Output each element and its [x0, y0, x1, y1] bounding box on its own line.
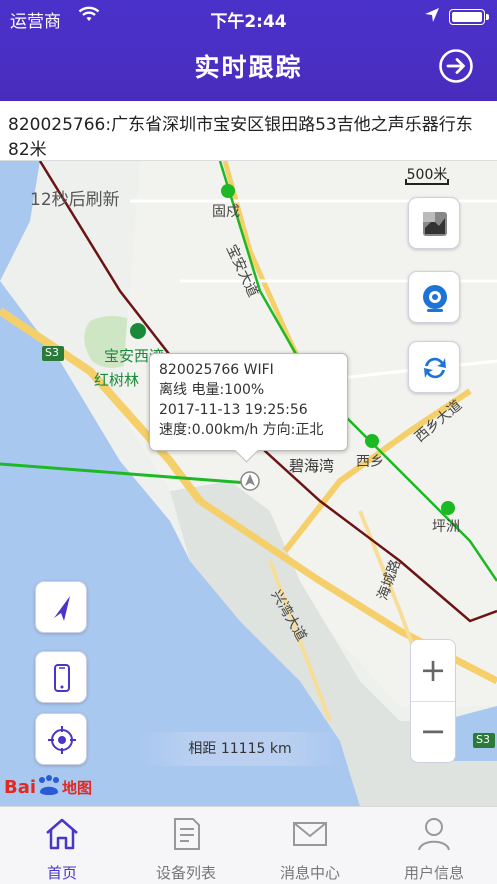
page-title: 实时跟踪 — [194, 53, 303, 82]
zoom-control: + − — [410, 639, 456, 763]
device-id-line: 820025766 WIFI — [159, 362, 274, 378]
baidu-logo: Bai 地图 — [4, 774, 92, 798]
user-icon — [418, 818, 450, 851]
zoom-in-button[interactable]: + — [411, 640, 455, 702]
camera-icon — [423, 285, 447, 312]
tab-messages-label: 消息中心 — [279, 864, 340, 882]
mail-icon — [293, 822, 327, 846]
baidu-logo-text2: 地图 — [62, 779, 93, 797]
document-list-icon — [174, 818, 200, 850]
refresh-icon — [424, 357, 446, 379]
map-label-s3-b: S3 — [476, 733, 490, 746]
my-location-button[interactable] — [35, 581, 87, 633]
battery-icon — [449, 9, 489, 25]
street-view-button[interactable] — [408, 271, 460, 323]
tab-device-list[interactable]: 设备列表 — [124, 807, 248, 884]
baidu-logo-text: Bai — [4, 777, 37, 798]
navigation-arrow-icon — [54, 596, 70, 621]
map-label-park-2: 红树林 — [94, 371, 140, 389]
device-info-popup[interactable]: 820025766 WIFI 离线 电量:100% 2017-11-13 19:… — [149, 353, 348, 451]
home-icon — [46, 818, 78, 850]
tab-device-list-label: 设备列表 — [155, 864, 216, 882]
map-label-gushu: 固戍 — [212, 204, 240, 220]
zoom-out-button[interactable]: − — [411, 701, 455, 762]
status-bar: 运营商 下午2:44 — [0, 0, 497, 34]
baidu-paw-icon — [39, 775, 60, 795]
refresh-countdown: 12秒后刷新 — [30, 190, 120, 210]
distance-label: 相距 11115 km — [140, 732, 340, 766]
tab-user-info-label: 用户信息 — [403, 864, 464, 882]
map-scale: 500米 — [404, 164, 450, 185]
arrow-right-circle-icon — [439, 49, 473, 83]
satellite-layer-icon — [423, 212, 447, 236]
map-label-xixiang: 西乡 — [356, 454, 384, 470]
tab-bar: 首页 设备列表 消息中心 用户信息 — [0, 806, 497, 884]
device-status-line: 离线 电量:100% — [159, 382, 265, 398]
map-label-s3-a: S3 — [45, 346, 59, 359]
phone-icon — [54, 664, 70, 692]
tab-home-label: 首页 — [46, 864, 77, 882]
map-label-bihaiwan: 碧海湾 — [289, 457, 335, 475]
tab-home[interactable]: 首页 — [0, 807, 124, 884]
phone-location-button[interactable] — [35, 651, 87, 703]
tab-messages[interactable]: 消息中心 — [248, 807, 372, 884]
map-label-pingzhou: 坪洲 — [432, 519, 460, 535]
top-bar: 运营商 下午2:44 实时跟踪 — [0, 0, 497, 101]
map-view[interactable]: 12秒后刷新 500米 固戍 宝安大道 宝安西湾 红树林 S3 S3 碧海湾 西… — [0, 161, 497, 806]
device-location-button[interactable] — [35, 713, 87, 765]
status-time: 下午2:44 — [210, 12, 287, 32]
location-arrow-icon — [424, 7, 440, 28]
refresh-button[interactable] — [408, 341, 460, 393]
map-type-button[interactable] — [408, 197, 460, 249]
device-address: 820025766:广东省深圳市宝安区银田路53吉他之声乐器行东82米 — [0, 101, 497, 161]
device-speed-line: 速度:0.00km/h 方向:正北 — [159, 422, 324, 438]
tab-user-info[interactable]: 用户信息 — [372, 807, 496, 884]
crosshair-icon — [48, 726, 76, 754]
device-time-line: 2017-11-13 19:25:56 — [159, 402, 308, 418]
exit-button[interactable] — [438, 48, 474, 84]
